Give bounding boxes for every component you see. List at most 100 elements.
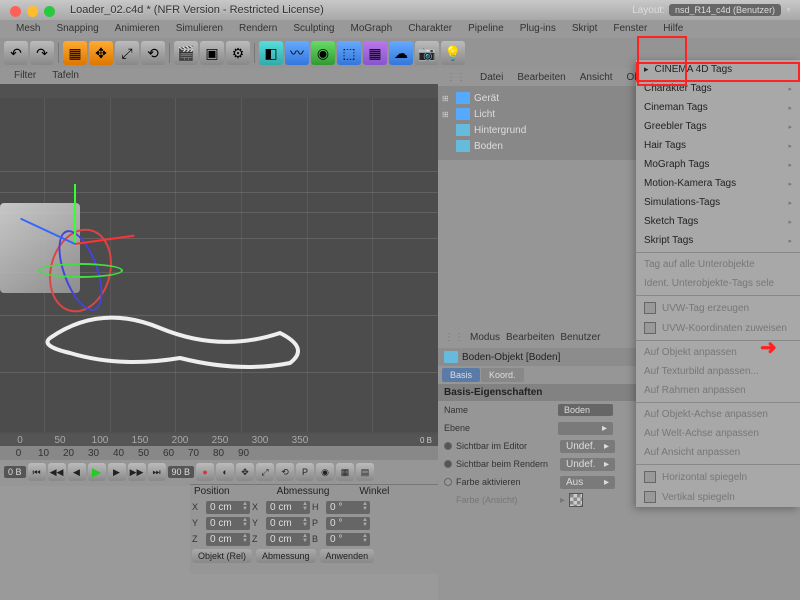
tl-extra2-icon[interactable]: ▤ [356, 463, 374, 481]
ang-h-field[interactable]: 0 °▲▼ [326, 501, 370, 514]
timeline-ruler[interactable]: 010 2030 4050 6070 8090 [0, 446, 438, 460]
prev-key-icon[interactable]: ◀◀ [48, 463, 66, 481]
color-swatch[interactable] [569, 493, 583, 507]
menu-sculpting[interactable]: Sculpting [285, 20, 342, 38]
tab-koord[interactable]: Koord. [481, 368, 524, 382]
move-tool-icon[interactable]: ✥ [89, 41, 113, 65]
select-tool-icon[interactable]: ▦ [63, 41, 87, 65]
next-frame-icon[interactable]: ▶ [108, 463, 126, 481]
minimize-window-button[interactable] [27, 6, 38, 17]
attr-benutzer[interactable]: Benutzer [560, 332, 600, 346]
dd-hair-tags[interactable]: Hair Tags▸ [636, 136, 800, 155]
render-settings-icon[interactable]: ⚙ [226, 41, 250, 65]
prev-frame-icon[interactable]: ◀ [68, 463, 86, 481]
render-region-icon[interactable]: ▣ [200, 41, 224, 65]
key-options-icon[interactable]: ◉ [316, 463, 334, 481]
dd-simulations-tags[interactable]: Simulations-Tags▸ [636, 193, 800, 212]
attr-modus[interactable]: Modus [470, 332, 500, 346]
apply-button[interactable]: Anwenden [320, 549, 375, 563]
dd-fit-texture: Auf Texturbild anpassen... [636, 362, 800, 381]
filter-menu[interactable]: Filter [6, 68, 44, 84]
menu-rendern[interactable]: Rendern [231, 20, 285, 38]
visible-editor-selector[interactable]: Undef.▸ [560, 440, 615, 453]
name-field[interactable]: Boden [558, 404, 613, 416]
record-icon[interactable]: ● [196, 463, 214, 481]
bullet-icon[interactable] [444, 442, 452, 450]
objmgr-ansicht[interactable]: Ansicht [576, 72, 617, 83]
key-rotate-icon[interactable]: ⟲ [276, 463, 294, 481]
play-icon[interactable]: ▶ [88, 463, 106, 481]
dd-sketch-tags[interactable]: Sketch Tags▸ [636, 212, 800, 231]
bullet-icon[interactable] [444, 460, 452, 468]
goto-end-icon[interactable]: ⏭ [148, 463, 166, 481]
dd-charakter-tags[interactable]: Charakter Tags▸ [636, 79, 800, 98]
dd-mograph-tags[interactable]: MoGraph Tags▸ [636, 155, 800, 174]
render-icon[interactable]: 🎬 [174, 41, 198, 65]
attr-bearbeiten[interactable]: Bearbeiten [506, 332, 554, 346]
deformer-icon[interactable]: ▦ [363, 41, 387, 65]
dim-z-field[interactable]: 0 cm▲▼ [266, 533, 310, 546]
menu-charakter[interactable]: Charakter [400, 20, 460, 38]
environment-icon[interactable]: ☁ [389, 41, 413, 65]
dd-cineman-tags[interactable]: Cineman Tags▸ [636, 98, 800, 117]
tab-basis[interactable]: Basis [442, 368, 480, 382]
menu-animieren[interactable]: Animieren [107, 20, 168, 38]
pos-y-field[interactable]: 0 cm▲▼ [206, 517, 250, 530]
menu-fenster[interactable]: Fenster [605, 20, 655, 38]
layout-dropdown-icon[interactable]: ▼ [785, 7, 792, 14]
ang-b-field[interactable]: 0 °▲▼ [326, 533, 370, 546]
light-icon[interactable]: 💡 [441, 41, 465, 65]
zoom-window-button[interactable] [44, 6, 55, 17]
redo-icon[interactable]: ↷ [30, 41, 54, 65]
scale-tool-icon[interactable]: ⤢ [115, 41, 139, 65]
key-move-icon[interactable]: ⤢ [256, 463, 274, 481]
objmgr-bearbeiten[interactable]: Bearbeiten [513, 72, 569, 83]
menu-skript[interactable]: Skript [564, 20, 606, 38]
close-window-button[interactable] [10, 6, 21, 17]
pos-z-field[interactable]: 0 cm▲▼ [206, 533, 250, 546]
visible-render-selector[interactable]: Undef.▸ [560, 458, 615, 471]
goto-start-icon[interactable]: ⏮ [28, 463, 46, 481]
ang-p-field[interactable]: 0 °▲▼ [326, 517, 370, 530]
autokey-icon[interactable]: ◐ [216, 463, 234, 481]
timeline-end-field[interactable]: 90 B [168, 466, 195, 478]
timeline-start-field[interactable]: 0 B [4, 466, 26, 478]
nurbs-icon[interactable]: ◉ [311, 41, 335, 65]
menu-plugins[interactable]: Plug-ins [512, 20, 564, 38]
menu-simulieren[interactable]: Simulieren [168, 20, 231, 38]
ebene-selector[interactable]: ▸ [558, 422, 613, 435]
main-menubar: Mesh Snapping Animieren Simulieren Rende… [0, 20, 800, 38]
cube-primitive-icon[interactable]: ◧ [259, 41, 283, 65]
dd-mirror-v: Vertikal spiegeln [636, 487, 800, 507]
pos-x-field[interactable]: 0 cm▲▼ [206, 501, 250, 514]
dd-skript-tags[interactable]: Skript Tags▸ [636, 231, 800, 250]
rotate-tool-icon[interactable]: ⟲ [141, 41, 165, 65]
coord-mode-selector[interactable]: Objekt (Rel) [192, 549, 252, 563]
menu-mesh[interactable]: Mesh [8, 20, 48, 38]
undo-icon[interactable]: ↶ [4, 41, 28, 65]
viewport[interactable]: 050 100150 200250 300350 0 B [0, 84, 438, 446]
rotation-gizmo[interactable] [38, 228, 123, 313]
key-p-icon[interactable]: P [296, 463, 314, 481]
dd-greebler-tags[interactable]: Greebler Tags▸ [636, 117, 800, 136]
generator-icon[interactable]: ⬚ [337, 41, 361, 65]
menu-mograph[interactable]: MoGraph [343, 20, 401, 38]
next-key-icon[interactable]: ▶▶ [128, 463, 146, 481]
layout-selector[interactable]: nsd_R14_c4d (Benutzer) [669, 4, 781, 16]
color-activate-selector[interactable]: Aus▸ [560, 476, 615, 489]
dd-cinema4d-tags[interactable]: ▸CINEMA 4D Tags [636, 60, 800, 79]
dim-x-field[interactable]: 0 cm▲▼ [266, 501, 310, 514]
objmgr-datei[interactable]: Datei [476, 72, 507, 83]
menu-hilfe[interactable]: Hilfe [655, 20, 691, 38]
tafeln-menu[interactable]: Tafeln [44, 68, 87, 84]
dimension-button[interactable]: Abmessung [256, 549, 316, 563]
dd-motion-kamera-tags[interactable]: Motion-Kamera Tags▸ [636, 174, 800, 193]
spline-icon[interactable]: 〰 [285, 41, 309, 65]
menu-snapping[interactable]: Snapping [48, 20, 106, 38]
menu-pipeline[interactable]: Pipeline [460, 20, 512, 38]
key-selection-icon[interactable]: ✥ [236, 463, 254, 481]
tl-extra1-icon[interactable]: ▦ [336, 463, 354, 481]
dim-y-field[interactable]: 0 cm▲▼ [266, 517, 310, 530]
camera-icon[interactable]: 📷 [415, 41, 439, 65]
bullet-icon[interactable] [444, 478, 452, 486]
